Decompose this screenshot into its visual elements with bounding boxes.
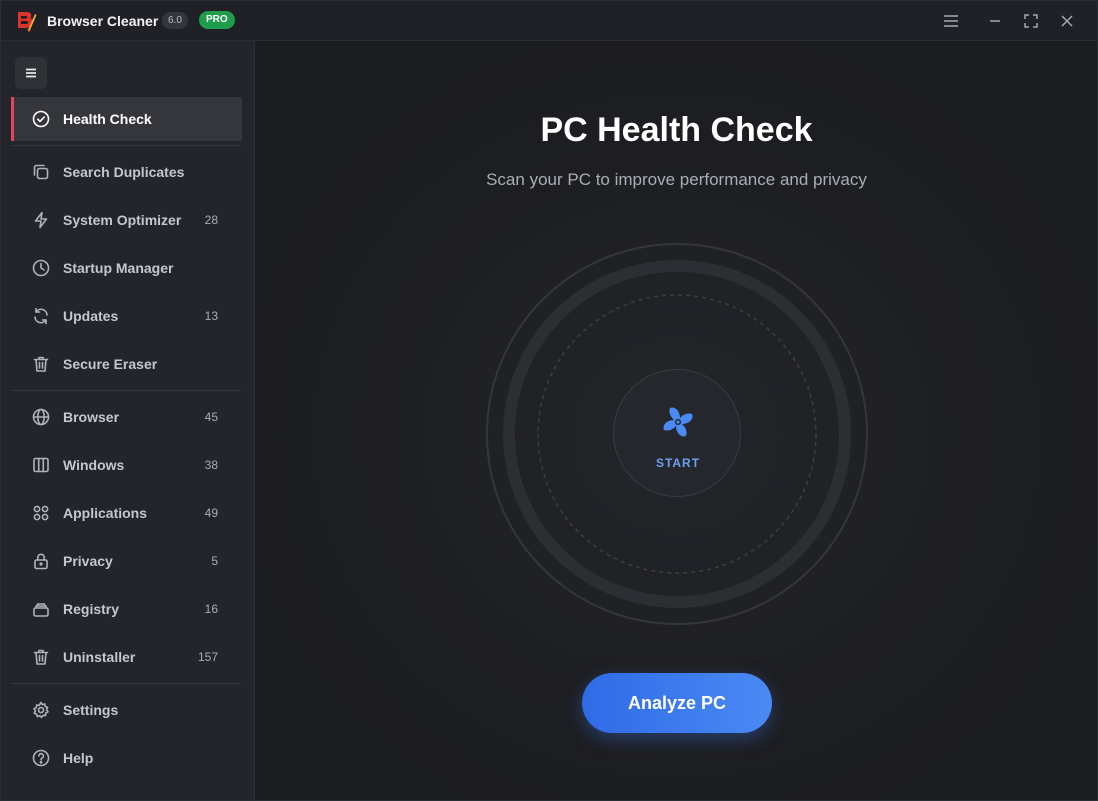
menu-toggle-icon — [26, 68, 36, 78]
sidebar-item-privacy[interactable]: Privacy 5 — [11, 539, 242, 583]
sidebar-item-count: 157 — [197, 650, 218, 664]
page-title: PC Health Check — [540, 111, 813, 149]
sidebar-item-label: Browser — [63, 409, 120, 425]
pro-badge: PRO — [199, 11, 235, 29]
refresh-icon — [31, 306, 51, 326]
copy-icon — [31, 162, 51, 182]
sidebar-divider — [11, 390, 241, 391]
trash-icon — [31, 354, 51, 374]
sidebar-item-registry[interactable]: Registry 16 — [11, 587, 242, 631]
sidebar-item-count: 5 — [211, 554, 218, 568]
clock-icon — [31, 258, 51, 278]
trash-icon — [31, 647, 51, 667]
main-panel: PC Health Check Scan your PC to improve … — [256, 41, 1097, 800]
sidebar-item-label: Updates — [63, 308, 119, 324]
minimize-button[interactable] — [983, 9, 1007, 33]
sidebar-item-label: Secure Eraser — [63, 356, 158, 372]
hamburger-menu-icon — [944, 15, 958, 27]
sidebar-item-label: Registry — [63, 601, 120, 617]
sidebar-item-label: Settings — [63, 702, 119, 718]
browser-cleaner-logo-icon — [15, 10, 37, 32]
sidebar-item-browser[interactable]: Browser 45 — [11, 395, 242, 439]
sidebar-item-label: System Optimizer — [63, 212, 182, 228]
sidebar-divider — [11, 145, 241, 146]
sidebar-item-label: Startup Manager — [63, 260, 174, 276]
columns-icon — [31, 455, 51, 475]
close-button[interactable] — [1055, 9, 1079, 33]
sidebar-item-system-optimizer[interactable]: System Optimizer 28 — [11, 198, 242, 242]
analyze-pc-label: Analyze PC — [627, 692, 727, 713]
app-window: Browser Cleaner 6.0 PRO Health Check Sea… — [0, 0, 1098, 801]
sidebar-item-count: 28 — [204, 213, 218, 227]
lock-icon — [31, 551, 51, 571]
sidebar-item-count: 13 — [204, 309, 218, 323]
sidebar-item-label: Help — [63, 750, 94, 766]
sidebar-item-startup-manager[interactable]: Startup Manager — [11, 246, 242, 290]
lightning-icon — [31, 210, 51, 230]
help-circle-icon — [31, 748, 51, 768]
sidebar-item-label: Search Duplicates — [63, 164, 185, 180]
analyze-pc-button[interactable]: Analyze PC — [582, 673, 772, 733]
sidebar-toggle-button[interactable] — [15, 57, 47, 89]
title-bar: Browser Cleaner 6.0 PRO — [1, 1, 1097, 41]
sidebar-item-search-duplicates[interactable]: Search Duplicates — [11, 150, 242, 194]
sidebar-item-label: Windows — [63, 457, 125, 473]
sidebar-item-label: Health Check — [63, 111, 152, 127]
sidebar-item-health-check[interactable]: Health Check — [11, 97, 242, 141]
sidebar-item-updates[interactable]: Updates 13 — [11, 294, 242, 338]
gear-icon — [31, 700, 51, 720]
hamburger-menu-button[interactable] — [939, 9, 963, 33]
layers-icon — [31, 599, 51, 619]
version-badge: 6.0 — [162, 12, 188, 29]
sidebar-item-uninstaller[interactable]: Uninstaller 157 — [11, 635, 242, 679]
globe-icon — [31, 407, 51, 427]
sidebar: Health Check Search Duplicates System Op… — [1, 41, 255, 800]
sidebar-item-label: Uninstaller — [63, 649, 136, 665]
minimize-icon — [990, 20, 1000, 22]
sidebar-item-secure-eraser[interactable]: Secure Eraser — [11, 342, 242, 386]
sidebar-item-label: Privacy — [63, 553, 113, 569]
maximize-icon — [1024, 14, 1038, 28]
sidebar-item-count: 38 — [204, 458, 218, 472]
sidebar-divider — [11, 683, 241, 684]
maximize-button[interactable] — [1019, 9, 1043, 33]
check-circle-icon — [31, 109, 51, 129]
page-subtitle: Scan your PC to improve performance and … — [486, 170, 867, 189]
sidebar-item-applications[interactable]: Applications 49 — [11, 491, 242, 535]
start-scan-button[interactable]: START — [613, 369, 741, 497]
start-label: START — [655, 456, 701, 470]
sidebar-item-count: 49 — [204, 506, 218, 520]
sidebar-item-windows[interactable]: Windows 38 — [11, 443, 242, 487]
sidebar-item-help[interactable]: Help — [11, 736, 242, 780]
close-icon — [1061, 15, 1073, 27]
fan-icon — [663, 407, 693, 437]
sidebar-item-count: 16 — [204, 602, 218, 616]
app-title: Browser Cleaner — [47, 13, 159, 29]
sidebar-item-label: Applications — [63, 505, 148, 521]
sidebar-item-count: 45 — [204, 410, 218, 424]
sidebar-item-settings[interactable]: Settings — [11, 688, 242, 732]
grid-icon — [31, 503, 51, 523]
